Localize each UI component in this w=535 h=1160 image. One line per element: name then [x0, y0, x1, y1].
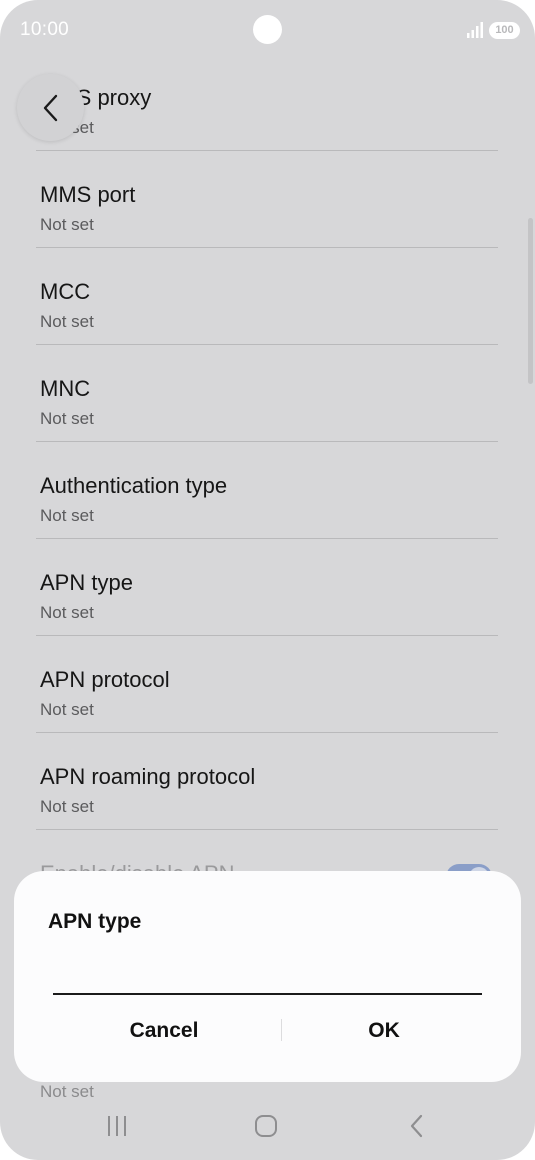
- back-arrow-icon: [410, 1114, 423, 1138]
- item-title: MNC: [40, 376, 91, 401]
- ok-button[interactable]: OK: [284, 1011, 484, 1051]
- home-icon: [255, 1115, 277, 1137]
- list-item-mms-proxy[interactable]: MMS proxy Not set: [36, 54, 498, 151]
- phone-screen: 10:00 100 MMS proxy Not set MMS port Not…: [0, 0, 535, 1160]
- item-subtitle: Not set: [40, 312, 94, 331]
- item-subtitle: Not set: [40, 700, 94, 719]
- back-button[interactable]: [17, 74, 84, 141]
- item-subtitle: Not set: [40, 797, 94, 816]
- list-item-apn-protocol[interactable]: APN protocol Not set: [36, 636, 498, 733]
- item-title: Authentication type: [40, 473, 228, 498]
- list-item-authentication-type[interactable]: Authentication type Not set: [36, 442, 498, 539]
- recents-icon: [108, 1116, 126, 1136]
- camera-cutout: [253, 15, 282, 44]
- signal-icon: [467, 22, 483, 38]
- item-title: APN roaming protocol: [40, 764, 256, 789]
- button-separator: [281, 1019, 282, 1041]
- item-title: MMS port: [40, 182, 136, 207]
- cancel-button[interactable]: Cancel: [64, 1011, 264, 1051]
- navigation-bar: [0, 1095, 535, 1160]
- nav-back-button[interactable]: [397, 1109, 437, 1143]
- apn-type-input[interactable]: [53, 961, 482, 995]
- list-item-mcc[interactable]: MCC Not set: [36, 248, 498, 345]
- dialog-title: APN type: [48, 910, 142, 933]
- battery-indicator: 100: [489, 22, 520, 39]
- item-subtitle: Not set: [40, 603, 94, 622]
- item-title: APN protocol: [40, 667, 170, 692]
- list-item-mnc[interactable]: MNC Not set: [36, 345, 498, 442]
- scrollbar[interactable]: [528, 218, 533, 384]
- item-title: MCC: [40, 279, 91, 304]
- list-item-apn-roaming-protocol[interactable]: APN roaming protocol Not set: [36, 733, 498, 830]
- recents-button[interactable]: [97, 1109, 137, 1143]
- apn-type-dialog: APN type Cancel OK: [14, 871, 521, 1082]
- item-subtitle: Not set: [40, 215, 94, 234]
- status-bar: 10:00 100: [0, 0, 535, 60]
- status-time: 10:00: [20, 19, 70, 40]
- chevron-left-icon: [43, 94, 57, 121]
- item-subtitle: Not set: [40, 409, 94, 428]
- list-item-apn-type[interactable]: APN type Not set: [36, 539, 498, 636]
- item-subtitle: Not set: [40, 506, 94, 525]
- item-title: APN type: [40, 570, 133, 595]
- list-item-mms-port[interactable]: MMS port Not set: [36, 151, 498, 248]
- home-button[interactable]: [246, 1109, 286, 1143]
